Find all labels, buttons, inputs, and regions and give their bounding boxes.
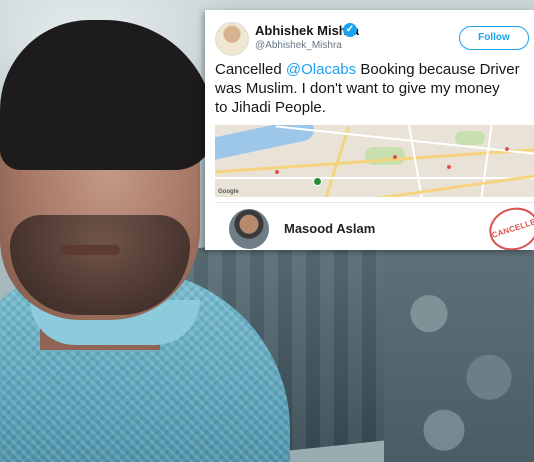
cancelled-stamp: CANCELLED: [483, 201, 534, 250]
map-poi-dot: [275, 170, 279, 174]
mouth: [60, 245, 120, 255]
follow-button[interactable]: Follow: [459, 26, 529, 50]
driver-name: Masood Aslam: [284, 221, 376, 236]
map-road: [275, 125, 534, 155]
map-pin-icon: [313, 177, 322, 186]
tweet-text-prefix: Cancelled: [215, 61, 286, 78]
map-river: [215, 125, 316, 164]
beard: [10, 215, 190, 315]
map-poi-dot: [447, 165, 451, 169]
driver-avatar: [229, 209, 269, 249]
card-divider: [215, 202, 534, 203]
map-attribution: Google: [218, 189, 239, 195]
cancelled-stamp-text: CANCELLED: [490, 215, 534, 240]
booking-map: Google: [215, 125, 534, 197]
author-avatar[interactable]: [215, 22, 249, 56]
tweet-text-line-1: Cancelled @Olacabs Booking because Drive…: [215, 60, 534, 79]
map-poi-dot: [393, 155, 397, 159]
tweet-text: Cancelled @Olacabs Booking because Drive…: [215, 60, 534, 117]
tweet-text-suffix: Booking because Driver: [356, 61, 520, 78]
author-handle[interactable]: @Abhishek_Mishra: [255, 40, 342, 51]
tweet-text-line-3: to Jihadi People.: [215, 99, 326, 116]
map-poi-dot: [505, 147, 509, 151]
tweet-card: Abhishek Mishra ✓ @Abhishek_Mishra Follo…: [205, 10, 534, 250]
stones-area: [384, 250, 534, 462]
verified-badge-icon: ✓: [343, 23, 357, 37]
map-park: [455, 131, 485, 145]
olacabs-mention-link[interactable]: @Olacabs: [286, 61, 356, 78]
map-road: [215, 177, 534, 179]
map-road: [408, 125, 424, 197]
tweet-text-line-2: was Muslim. I don't want to give my mone…: [215, 80, 500, 97]
